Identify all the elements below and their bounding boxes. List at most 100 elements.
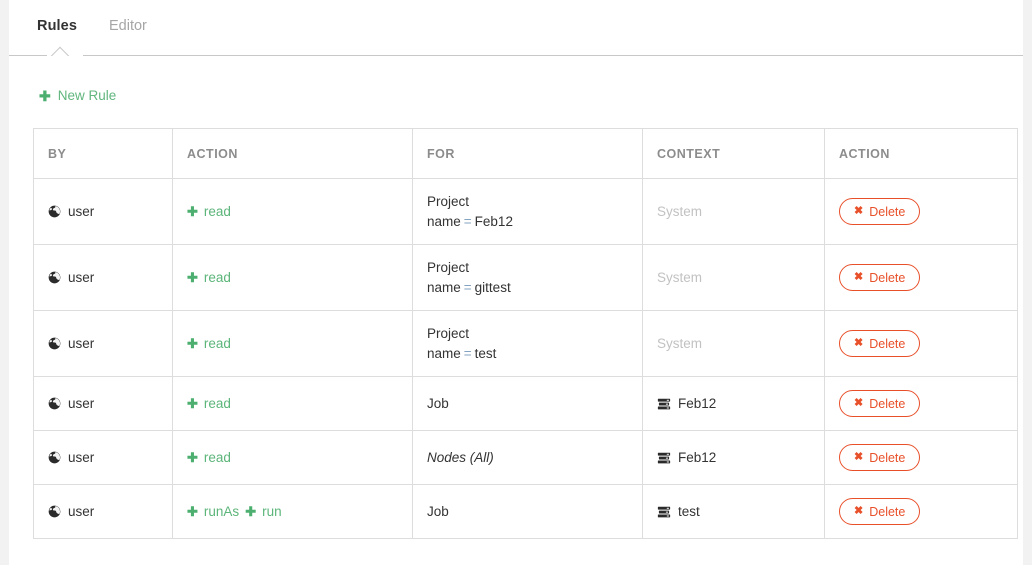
for-resource-type: Project	[427, 259, 470, 275]
times-icon: ✖	[854, 337, 864, 349]
times-icon: ✖	[854, 397, 864, 409]
action-token[interactable]: ✚ run	[245, 504, 281, 519]
context-group: Feb12	[657, 396, 824, 411]
cell-for: Job	[412, 376, 643, 431]
action-label: read	[203, 450, 231, 465]
action-list: ✚ read	[187, 396, 412, 411]
action-list: ✚ read	[187, 336, 412, 351]
tab-bar: Rules Editor	[9, 0, 1023, 56]
globe-icon	[48, 505, 61, 518]
action-token[interactable]: ✚ read	[187, 450, 231, 465]
action-token[interactable]: ✚ read	[187, 396, 231, 411]
cell-by: user	[33, 244, 173, 311]
cell-context: Feb12	[642, 376, 825, 431]
table-header-row: BY ACTION FOR CONTEXT ACTION	[33, 128, 1018, 179]
cell-by: user	[33, 376, 173, 431]
column-header-action: ACTION	[172, 128, 413, 179]
by-group: user	[48, 270, 172, 285]
globe-icon	[48, 205, 61, 218]
plus-icon: ✚	[187, 335, 198, 351]
rules-table-container: BY ACTION FOR CONTEXT ACTION user ✚ read Pr…	[9, 106, 1023, 539]
delete-label: Delete	[869, 450, 906, 465]
cell-context: System	[642, 310, 825, 377]
cell-by: user	[33, 310, 173, 377]
times-icon: ✖	[854, 451, 864, 463]
by-group: user	[48, 504, 172, 519]
for-match-key: name	[427, 279, 461, 295]
cell-by: user	[33, 484, 173, 539]
cell-row-actions: ✖ Delete	[824, 484, 1018, 539]
action-token[interactable]: ✚ read	[187, 270, 231, 285]
context-group: test	[657, 504, 824, 519]
by-group: user	[48, 336, 172, 351]
context-label: Feb12	[678, 450, 717, 465]
for-match-value: Feb12	[474, 213, 513, 229]
plus-icon: ✚	[187, 449, 198, 465]
globe-icon	[48, 337, 61, 350]
for-resource-type: Project	[427, 325, 470, 341]
plus-icon: ✚	[39, 88, 51, 104]
for-resource-type: Job	[427, 395, 449, 411]
action-list: ✚ read	[187, 270, 412, 285]
delete-label: Delete	[869, 396, 906, 411]
cell-for: Project name = gittest	[412, 244, 643, 311]
cell-for: Nodes (All)	[412, 430, 643, 485]
delete-label: Delete	[869, 504, 906, 519]
for-resource-type: Nodes (All)	[427, 450, 494, 465]
new-rule-button[interactable]: ✚ New Rule	[39, 88, 116, 104]
cell-actions: ✚ read	[172, 376, 413, 431]
for-match-expression: name = test	[427, 344, 642, 364]
column-header-action2: ACTION	[824, 128, 1018, 179]
context-label: Feb12	[678, 396, 717, 411]
by-label: user	[68, 504, 95, 519]
by-label: user	[68, 336, 95, 351]
table-row: user ✚ read Project name = gittest System ✖ Delet…	[33, 244, 1018, 311]
cell-context: test	[642, 484, 825, 539]
server-icon	[657, 451, 671, 465]
action-label: read	[203, 336, 231, 351]
cell-actions: ✚ read	[172, 244, 413, 311]
cell-row-actions: ✖ Delete	[824, 178, 1018, 245]
action-token[interactable]: ✚ read	[187, 204, 231, 219]
action-list: ✚ read	[187, 450, 412, 465]
plus-icon: ✚	[187, 203, 198, 219]
context-group: System	[657, 204, 824, 219]
table-row: user ✚ read Job Feb12 ✖ Delete	[33, 376, 1018, 431]
server-icon	[657, 505, 671, 519]
cell-row-actions: ✖ Delete	[824, 376, 1018, 431]
by-label: user	[68, 396, 95, 411]
globe-icon	[48, 271, 61, 284]
action-token[interactable]: ✚ read	[187, 336, 231, 351]
rules-table: BY ACTION FOR CONTEXT ACTION user ✚ read Pr…	[33, 128, 1018, 539]
for-match-expression: name = Feb12	[427, 212, 642, 232]
cell-context: System	[642, 178, 825, 245]
tab-editor-label: Editor	[109, 18, 147, 34]
context-group: System	[657, 336, 824, 351]
tab-editor[interactable]: Editor	[99, 17, 169, 35]
active-tab-caret-icon	[47, 45, 83, 56]
action-token[interactable]: ✚ runAs	[187, 504, 239, 519]
delete-button[interactable]: ✖ Delete	[839, 264, 921, 291]
table-head: BY ACTION FOR CONTEXT ACTION	[33, 128, 1018, 179]
delete-button[interactable]: ✖ Delete	[839, 444, 921, 471]
for-match-operator: =	[463, 345, 472, 361]
delete-button[interactable]: ✖ Delete	[839, 330, 921, 357]
column-header-by: BY	[33, 128, 173, 179]
for-resource-type: Project	[427, 193, 470, 209]
delete-button[interactable]: ✖ Delete	[839, 498, 921, 525]
context-group: System	[657, 270, 824, 285]
cell-for: Job	[412, 484, 643, 539]
delete-label: Delete	[869, 336, 906, 351]
action-label: read	[203, 270, 231, 285]
delete-button[interactable]: ✖ Delete	[839, 198, 921, 225]
server-icon	[657, 397, 671, 411]
context-label: System	[657, 270, 703, 285]
delete-button[interactable]: ✖ Delete	[839, 390, 921, 417]
by-group: user	[48, 450, 172, 465]
tab-rules[interactable]: Rules	[37, 17, 99, 35]
cell-actions: ✚ read	[172, 430, 413, 485]
by-label: user	[68, 204, 95, 219]
context-label: System	[657, 204, 703, 219]
cell-by: user	[33, 178, 173, 245]
tab-rules-label: Rules	[37, 18, 77, 34]
